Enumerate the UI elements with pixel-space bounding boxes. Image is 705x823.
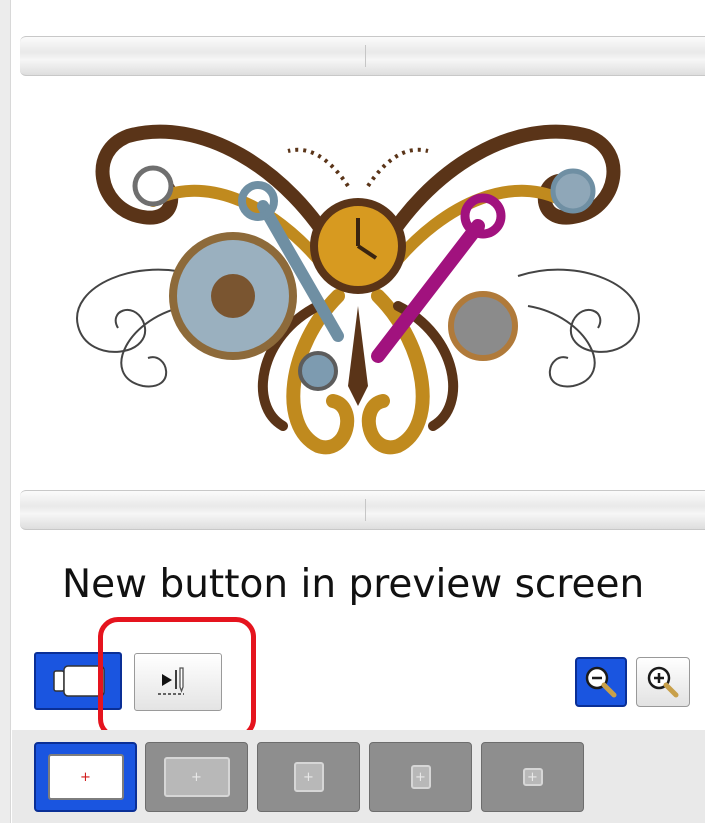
hoop-frame-top	[20, 36, 705, 76]
hoop-center-mark: +	[191, 769, 202, 785]
hoop-size-button-1[interactable]: +	[34, 742, 137, 812]
hoop-outline-icon: +	[47, 754, 124, 800]
zoom-out-icon	[585, 666, 617, 698]
hoop-size-button-5[interactable]: +	[481, 742, 584, 812]
hoop-outline-icon: +	[410, 765, 431, 789]
hoop-outline-icon: +	[293, 762, 324, 792]
hoop-center-mark: +	[303, 769, 314, 785]
hoop-frame-bottom	[20, 490, 705, 530]
hoop-size-button-3[interactable]: +	[257, 742, 360, 812]
hoop-size-button-4[interactable]: +	[369, 742, 472, 812]
hoop-center-mark: +	[527, 769, 538, 785]
preview-caption: New button in preview screen	[62, 562, 645, 607]
embroidery-design-image	[76, 124, 640, 455]
hoop-center-mark: +	[415, 769, 426, 785]
hoop-outline-icon: +	[163, 757, 230, 797]
zoom-in-button[interactable]	[636, 657, 690, 707]
new-button-highlight	[98, 617, 256, 739]
hoop-size-button-2[interactable]: +	[145, 742, 248, 812]
zoom-in-icon	[647, 666, 679, 698]
hoop-outline-icon: +	[522, 768, 543, 786]
hoop-center-mark: +	[80, 769, 91, 785]
design-preview-area	[20, 76, 705, 489]
zoom-out-button[interactable]	[575, 657, 627, 707]
